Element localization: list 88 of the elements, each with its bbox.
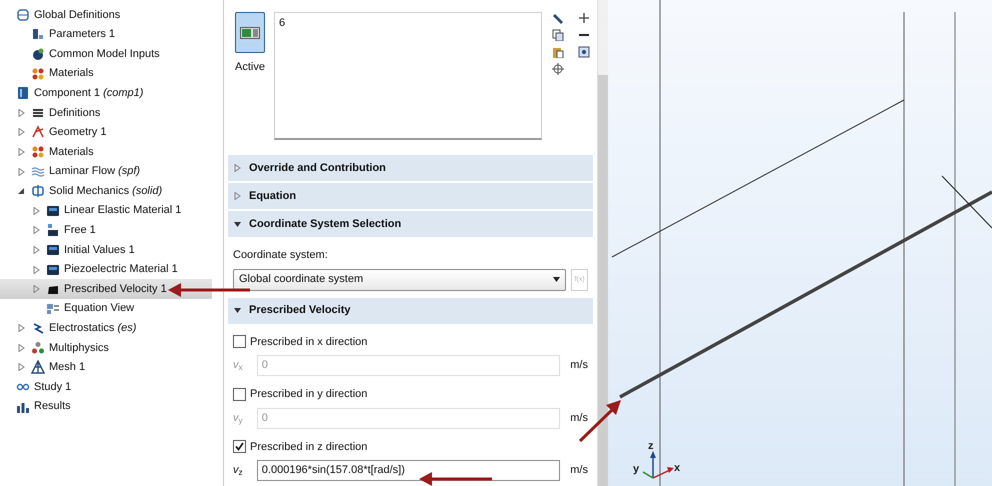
materials-icon: [31, 144, 45, 159]
input-field[interactable]: 0.000196*sin(157.08*t[rad/s]): [256, 460, 560, 481]
tree-item[interactable]: Mesh 1: [49, 359, 86, 376]
node-icon: [46, 204, 60, 218]
collapsed-arrow-icon: [234, 192, 241, 200]
variable-symbol: v$_{x}$: [233, 358, 244, 374]
collapsed-arrow-icon[interactable]: [18, 168, 25, 176]
tree-item[interactable]: Equation View: [64, 300, 134, 317]
book-icon: [16, 86, 30, 100]
collapsed-arrow-icon[interactable]: [33, 285, 40, 294]
checkbox-label: Prescribed in y direction: [250, 387, 368, 402]
dropdown-arrow-icon: [553, 277, 560, 282]
tree-item[interactable]: Solid Mechanics (solid): [49, 182, 162, 200]
collapsed-arrow-icon[interactable]: [18, 128, 25, 136]
section-header[interactable]: Equation: [228, 183, 593, 209]
collapsed-arrow-icon[interactable]: [33, 226, 40, 234]
tree-item[interactable]: Linear Elastic Material 1: [64, 202, 182, 219]
coordinate-system-dropdown[interactable]: Global coordinate system: [233, 268, 566, 290]
expanded-arrow-icon: [234, 220, 241, 228]
tree-item[interactable]: Materials: [49, 144, 94, 160]
toggle-switch-icon: [240, 26, 260, 38]
field-label: Coordinate system:: [233, 248, 329, 263]
list-entry[interactable]: 6: [279, 15, 537, 32]
checkbox[interactable]: [233, 335, 246, 348]
materials-icon: [31, 66, 45, 81]
collapsed-arrow-icon[interactable]: [18, 363, 25, 372]
collapsed-arrow-icon[interactable]: [33, 246, 40, 254]
collapsed-arrow-icon[interactable]: [18, 148, 25, 156]
unit-label: m/s: [570, 463, 588, 478]
collapsed-arrow-icon[interactable]: [33, 266, 40, 274]
node-icon: [46, 242, 60, 257]
tree-item[interactable]: Component 1 (comp1): [34, 84, 144, 102]
parameters-icon: [31, 27, 45, 42]
geometry-icon: [31, 125, 45, 140]
equation-icon: [46, 302, 60, 316]
tree-item[interactable]: Piezoelectric Material 1: [64, 261, 178, 278]
scroll-bar[interactable]: [597, 0, 608, 486]
section-header[interactable]: Override and Contribution: [228, 155, 593, 181]
triangle-mesh-icon: [31, 360, 45, 374]
collapsed-arrow-icon[interactable]: [33, 206, 40, 215]
checkbox-label: Prescribed in x direction: [250, 334, 368, 350]
zoom-selection-icon[interactable]: [578, 46, 590, 58]
active-label: Active: [235, 60, 265, 75]
expanded-arrow-icon[interactable]: [18, 187, 25, 196]
waves-icon: [31, 164, 45, 179]
copy-icon[interactable]: [552, 29, 564, 41]
collapsed-arrow-icon[interactable]: [18, 108, 25, 117]
tree-item[interactable]: Global Definitions: [34, 6, 120, 24]
collapsed-arrow-icon[interactable]: [18, 324, 25, 332]
tree-item[interactable]: Materials: [49, 65, 94, 82]
unit-label: m/s: [570, 410, 588, 426]
tree-item[interactable]: Common Model Inputs: [49, 46, 160, 62]
lightning-icon: [31, 321, 45, 336]
tree-item[interactable]: Definitions: [49, 104, 100, 122]
axis-triad-drawing: [642, 451, 674, 479]
section-header[interactable]: Prescribed Velocity: [228, 298, 593, 324]
tree-item[interactable]: Laminar Flow (spf): [49, 163, 140, 180]
checkbox-label: Prescribed in z direction: [250, 440, 368, 454]
collapsed-arrow-icon[interactable]: [18, 344, 25, 352]
selection-list[interactable]: 6: [274, 12, 542, 140]
target-icon[interactable]: [552, 63, 564, 75]
tree-item[interactable]: Electrostatics (es): [49, 320, 136, 337]
axis-label: y: [633, 463, 640, 475]
unit-label: m/s: [570, 358, 588, 374]
multiphysics-icon: [31, 340, 45, 355]
node-icon: [46, 262, 60, 277]
axis-label: z: [648, 440, 654, 452]
node-icon: [46, 223, 60, 238]
tree-item[interactable]: Geometry 1: [49, 124, 106, 141]
axis-label: x: [674, 462, 680, 474]
tree-item[interactable]: Free 1: [64, 222, 96, 239]
checkbox[interactable]: [233, 388, 246, 401]
active-toggle-button[interactable]: [235, 12, 265, 53]
tree-item[interactable]: Initial Values 1: [64, 242, 135, 258]
variable-symbol: v$_{z}$: [233, 463, 244, 479]
tree-item[interactable]: Parameters 1: [49, 26, 116, 43]
globe-icon: [31, 46, 45, 61]
paste-icon[interactable]: [552, 46, 564, 58]
tree-item[interactable]: Multiphysics: [49, 340, 109, 356]
checkbox[interactable]: [233, 440, 246, 454]
pencil-icon[interactable]: [552, 12, 564, 24]
tree-item[interactable]: Results: [34, 398, 71, 415]
section-header[interactable]: Coordinate System Selection: [228, 211, 593, 237]
plus-icon[interactable]: [578, 12, 590, 24]
expanded-arrow-icon: [234, 307, 241, 314]
collapsed-arrow-icon: [234, 164, 241, 172]
variable-symbol: v$_{y}$: [233, 410, 244, 426]
tree-item[interactable]: Study 1: [34, 378, 72, 396]
